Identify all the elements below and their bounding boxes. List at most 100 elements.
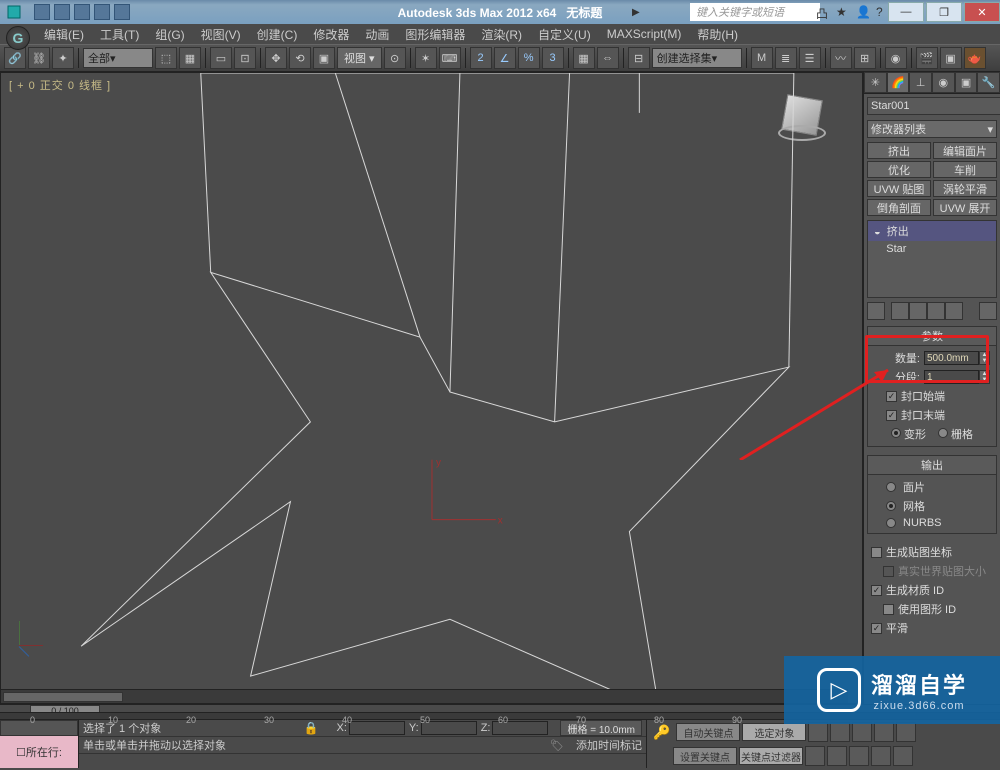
qat-undo-icon[interactable]	[94, 4, 110, 20]
useshapeids-checkbox[interactable]	[883, 604, 894, 615]
schematic-icon[interactable]: ⊞	[854, 47, 876, 69]
smooth-checkbox[interactable]: ✓	[871, 623, 882, 634]
mapcoords-checkbox[interactable]	[871, 547, 882, 558]
rect-select-icon[interactable]: ▭	[210, 47, 232, 69]
script-mini-listener[interactable]	[0, 720, 78, 736]
next-frame-icon[interactable]	[874, 722, 894, 742]
nav-fov-icon[interactable]	[871, 746, 891, 766]
morph-radio[interactable]	[891, 428, 901, 438]
selectionset-button[interactable]: 选定对象	[742, 723, 806, 741]
menu-edit[interactable]: 编辑(E)	[36, 26, 92, 43]
layers-icon[interactable]: ☰	[799, 47, 821, 69]
window-cross-icon[interactable]: ⊡	[234, 47, 256, 69]
x-input[interactable]	[349, 721, 405, 735]
render-setup-icon[interactable]: 🎬	[916, 47, 938, 69]
pin-stack-icon[interactable]	[867, 302, 885, 320]
maximize-button[interactable]: ❐	[926, 2, 962, 22]
menu-views[interactable]: 视图(V)	[193, 26, 249, 43]
rotate-icon[interactable]: ⟲	[289, 47, 311, 69]
nav-max-icon[interactable]	[893, 746, 913, 766]
lock-icon[interactable]: 🔒	[304, 721, 319, 735]
material-editor-icon[interactable]: ◉	[885, 47, 907, 69]
cap-end-checkbox[interactable]: ✓	[886, 410, 897, 421]
mod-stack-item[interactable]: ◒ 挤出	[868, 221, 996, 241]
mod-stack-item[interactable]: Star	[868, 241, 996, 257]
grid-radio[interactable]	[938, 428, 948, 438]
named-selection-dropdown[interactable]: 创建选择集 ▾	[652, 48, 742, 68]
menu-grapheditors[interactable]: 图形编辑器	[397, 26, 473, 43]
qat-redo-icon[interactable]	[114, 4, 130, 20]
selection-filter-dropdown[interactable]: 全部 ▾	[83, 48, 153, 68]
render-icon[interactable]: 🫖	[964, 47, 986, 69]
remove-mod-icon[interactable]	[927, 302, 945, 320]
qat-new-icon[interactable]	[34, 4, 50, 20]
preset-optimize[interactable]: 优化	[867, 161, 931, 178]
info-icon[interactable]: 凸	[816, 5, 830, 19]
play-icon[interactable]	[852, 722, 872, 742]
tab-display[interactable]: ▣	[955, 72, 978, 93]
autokey-button[interactable]: 自动关键点	[676, 723, 740, 741]
viewport-hscrollbar[interactable]	[1, 689, 848, 703]
menu-help[interactable]: 帮助(H)	[689, 26, 746, 43]
modifier-stack[interactable]: ◒ 挤出 Star	[867, 220, 997, 298]
snap-2d-icon[interactable]: 2	[470, 47, 492, 69]
keymode-icon[interactable]: ⌨	[439, 47, 461, 69]
patch-radio[interactable]	[886, 482, 896, 492]
key-icon[interactable]: 🔑	[653, 724, 670, 741]
nav-pan-icon[interactable]	[805, 746, 825, 766]
prev-frame-icon[interactable]	[830, 722, 850, 742]
preset-extrude[interactable]: 挤出	[867, 142, 931, 159]
menu-group[interactable]: 组(G)	[147, 26, 192, 43]
modifier-list-dropdown[interactable]: 修改器列表▾	[867, 120, 997, 138]
align2-icon[interactable]: ≣	[775, 47, 797, 69]
tab-hierarchy[interactable]: ⊥	[909, 72, 932, 93]
cap-start-checkbox[interactable]: ✓	[886, 391, 897, 402]
goto-end-icon[interactable]	[896, 722, 916, 742]
refcoord-dropdown[interactable]: 视图 ▾	[337, 47, 382, 69]
minimize-button[interactable]: —	[888, 2, 924, 22]
nurbs-radio[interactable]	[886, 518, 896, 528]
app-menu-button[interactable]: G	[6, 26, 30, 50]
preset-turbosmooth[interactable]: 涡轮平滑	[933, 180, 997, 197]
tab-modify[interactable]: 🌈	[887, 72, 910, 93]
unlink-icon[interactable]: ⛓	[28, 47, 50, 69]
render-frame-icon[interactable]: ▣	[940, 47, 962, 69]
star-icon[interactable]: ★	[836, 5, 850, 19]
select-name-icon[interactable]: ▦	[179, 47, 201, 69]
setkey-button[interactable]: 设置关键点	[673, 747, 737, 765]
qat-open-icon[interactable]	[54, 4, 70, 20]
curve-editor-icon[interactable]: 〰	[830, 47, 852, 69]
tab-create[interactable]: ✳	[864, 72, 887, 93]
link-icon[interactable]: 🔗	[4, 47, 26, 69]
menu-animation[interactable]: 动画	[357, 26, 397, 43]
menu-create[interactable]: 创建(C)	[249, 26, 306, 43]
menu-rendering[interactable]: 渲染(R)	[473, 26, 530, 43]
move-icon[interactable]: ✥	[265, 47, 287, 69]
align-icon[interactable]: ⊟	[628, 47, 650, 69]
snap-angle-icon[interactable]: ∠	[494, 47, 516, 69]
nav-zoomext-icon[interactable]	[849, 746, 869, 766]
manip-icon[interactable]: ✶	[415, 47, 437, 69]
snap-spinner-icon[interactable]: 3	[542, 47, 564, 69]
stack-options-icon[interactable]	[979, 302, 997, 320]
qat-save-icon[interactable]	[74, 4, 90, 20]
preset-lathe[interactable]: 车削	[933, 161, 997, 178]
make-unique-icon[interactable]	[909, 302, 927, 320]
help-search-input[interactable]: 键入关键字或短语	[690, 3, 820, 21]
tab-utilities[interactable]: 🔧	[977, 72, 1000, 93]
matids-checkbox[interactable]: ✓	[871, 585, 882, 596]
pivot-icon[interactable]: ⊙	[384, 47, 406, 69]
preset-uvwunwrap[interactable]: UVW 展开	[933, 199, 997, 216]
show-end-icon[interactable]	[891, 302, 909, 320]
mirror2-icon[interactable]: M	[751, 47, 773, 69]
scale-icon[interactable]: ▣	[313, 47, 335, 69]
tab-motion[interactable]: ◉	[932, 72, 955, 93]
menu-maxscript[interactable]: MAXScript(M)	[599, 27, 690, 41]
named-sel-icon[interactable]: ▦	[573, 47, 595, 69]
object-name-input[interactable]	[867, 97, 1000, 115]
mirror-icon[interactable]: ⇔	[597, 47, 619, 69]
bind-icon[interactable]: ✦	[52, 47, 74, 69]
menu-tools[interactable]: 工具(T)	[92, 26, 147, 43]
select-icon[interactable]: ⬚	[155, 47, 177, 69]
rollout-header[interactable]: 输出	[868, 456, 996, 475]
